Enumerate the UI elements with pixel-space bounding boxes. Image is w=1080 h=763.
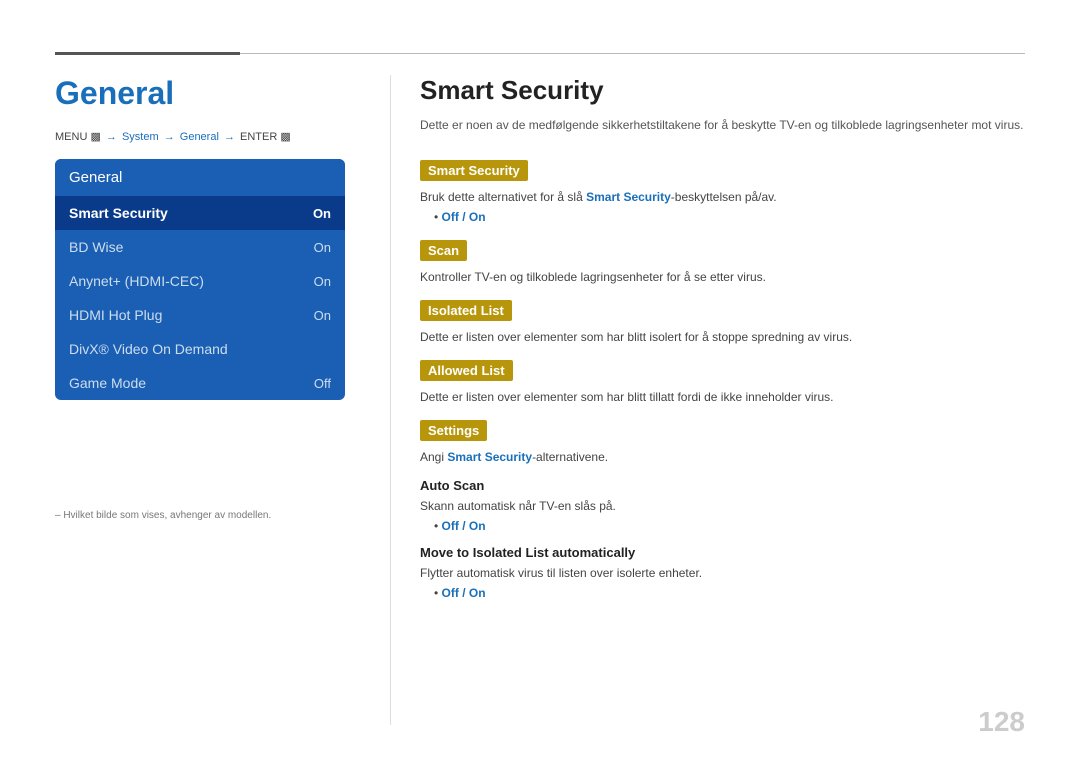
arrow-1: → [106, 131, 117, 143]
page-heading: General [55, 75, 355, 112]
off-on-label-auto-scan: Off / On [442, 519, 486, 533]
off-on-label-move-isolated: Off / On [442, 586, 486, 600]
right-panel-title: Smart Security [420, 75, 1025, 106]
footnote: – Hvilket bilde som vises, avhenger av m… [55, 510, 271, 521]
menu-item-value: Off [314, 376, 331, 391]
section-heading-scan: Scan [420, 240, 467, 261]
arrow-3: → [224, 131, 235, 143]
section-body-smart-security: Bruk dette alternativet for å slå Smart … [420, 188, 1025, 206]
menu-label: MENU [55, 131, 87, 143]
smart-security-link: Smart Security [586, 190, 671, 204]
general-menu: General Smart Security On BD Wise On Any… [55, 159, 345, 400]
menu-item-label: Smart Security [69, 205, 168, 221]
top-decorative-lines [55, 52, 1025, 55]
section-body-auto-scan: Skann automatisk når TV-en slås på. [420, 497, 1025, 515]
menu-item-value: On [314, 240, 331, 255]
menu-item-label: BD Wise [69, 239, 123, 255]
menu-item-label: HDMI Hot Plug [69, 307, 162, 323]
section-body-scan: Kontroller TV-en og tilkoblede lagringse… [420, 268, 1025, 286]
menu-item-label: DivX® Video On Demand [69, 341, 228, 357]
bullet-off-on-1: Off / On [434, 210, 1025, 224]
section-heading-smart-security: Smart Security [420, 160, 528, 181]
section-body-allowed-list: Dette er listen over elementer som har b… [420, 388, 1025, 406]
section-heading-settings: Settings [420, 420, 487, 441]
settings-smart-link: Smart Security [447, 450, 532, 464]
general-menu-header: General [55, 159, 345, 196]
section-heading-isolated-list: Isolated List [420, 300, 512, 321]
bullet-off-on-auto-scan: Off / On [434, 519, 1025, 533]
arrow-2: → [164, 131, 175, 143]
menu-item-value: On [313, 206, 331, 221]
menu-item-label: Anynet+ (HDMI-CEC) [69, 273, 204, 289]
menu-item-anynet[interactable]: Anynet+ (HDMI-CEC) On [55, 264, 345, 298]
menu-item-game-mode[interactable]: Game Mode Off [55, 366, 345, 400]
vertical-divider [390, 75, 391, 725]
menu-item-smart-security[interactable]: Smart Security On [55, 196, 345, 230]
menu-item-hdmi-hot-plug[interactable]: HDMI Hot Plug On [55, 298, 345, 332]
right-panel: Smart Security Dette er noen av de medfø… [420, 75, 1025, 606]
section-body-isolated-list: Dette er listen over elementer som har b… [420, 328, 1025, 346]
section-body-move-isolated: Flytter automatisk virus til listen over… [420, 564, 1025, 582]
section-heading-allowed-list: Allowed List [420, 360, 513, 381]
sub-heading-move-isolated: Move to Isolated List automatically [420, 545, 1025, 560]
menu-item-divx[interactable]: DivX® Video On Demand [55, 332, 345, 366]
menu-item-bd-wise[interactable]: BD Wise On [55, 230, 345, 264]
menu-item-value: On [314, 274, 331, 289]
page-number: 128 [978, 706, 1025, 738]
menu-icon: ▩ [90, 131, 103, 143]
menu-item-value: On [314, 308, 331, 323]
sub-heading-auto-scan: Auto Scan [420, 478, 1025, 493]
menu-item-label: Game Mode [69, 375, 146, 391]
off-on-label-1: Off / On [442, 210, 486, 224]
bullet-off-on-move-isolated: Off / On [434, 586, 1025, 600]
section-body-settings: Angi Smart Security-alternativene. [420, 448, 1025, 466]
intro-text: Dette er noen av de medfølgende sikkerhe… [420, 116, 1025, 134]
enter-label: ENTER ▩ [240, 131, 291, 143]
left-panel: General MENU ▩ → System → General → ENTE… [55, 75, 355, 400]
menu-path: MENU ▩ → System → General → ENTER ▩ [55, 130, 355, 143]
general-link: General [180, 131, 222, 143]
system-link: System [122, 131, 162, 143]
